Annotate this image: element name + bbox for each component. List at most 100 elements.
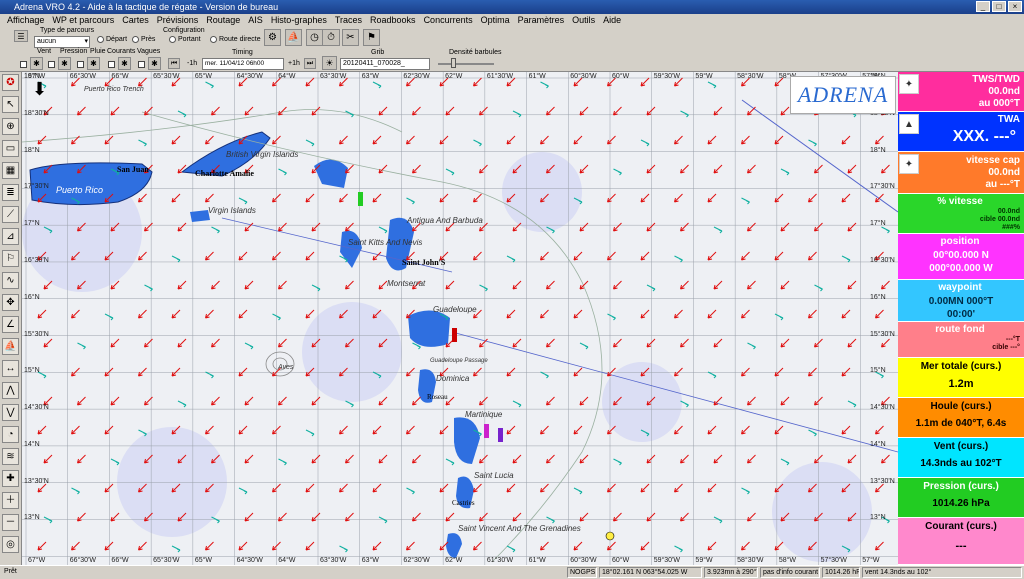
map-canvas[interactable] [22,72,898,565]
sun-icon[interactable]: ☀ [322,56,337,70]
wave-arrow [71,487,80,495]
zoom-out-icon[interactable]: － [2,514,19,531]
wind-arrow [613,222,622,232]
cursor-icon[interactable]: ↖ [2,96,19,113]
config-route-directe[interactable]: Route directe [210,36,261,43]
down-arrow-icon[interactable]: ⬇ [32,80,47,98]
wave-arrow [473,139,482,147]
wind-arrow [847,222,857,232]
waypoint-icon[interactable]: ⚐ [2,250,19,267]
chart-icon[interactable]: ⊿ [2,228,19,245]
layer-checkbox[interactable] [20,61,27,68]
compass-icon[interactable]: ✥ [2,294,19,311]
flag-icon[interactable]: ⚑ [363,29,380,46]
menu-concurrents[interactable]: Concurrents [424,14,473,27]
minus-hour-button[interactable]: -1h [187,60,197,67]
menu-ais[interactable]: AIS [248,14,263,27]
houle-block[interactable]: Houle (curs.) 1.1m de 040°T, 6.4s [898,398,1024,438]
tools-icon[interactable]: ✂ [342,29,359,46]
lifebuoy-icon[interactable]: ✪ [2,74,19,91]
vent-block[interactable]: Vent (curs.) 14.3nds au 102°T [898,438,1024,478]
menu-traces[interactable]: Traces [335,14,362,27]
config-depart[interactable]: Départ [97,36,127,43]
zoom-in-icon[interactable]: ＋ [2,492,19,509]
menu-aide[interactable]: Aide [603,14,621,27]
menu-routage[interactable]: Routage [206,14,240,27]
wind-arrow [607,541,616,551]
angle-icon[interactable]: ∠ [2,316,19,333]
layer-wave-icon[interactable]: ✱ [148,57,161,70]
wind-arrow [747,106,756,116]
grib-select[interactable]: 20120411_070028_ [340,58,430,70]
menu-optima[interactable]: Optima [481,14,510,27]
boat-icon[interactable]: ⛵ [285,29,302,46]
chart-map[interactable]: 67°W 67°W 66°30'W 66°30'W 66°W 66°W 65°30'W 65°… [22,72,898,565]
mark-icon[interactable]: ✚ [2,470,19,487]
wind-arrow [680,512,689,522]
percent-speed-block[interactable]: % vitesse 00.0nd cible 00.0nd ###% [898,194,1024,234]
twa-block[interactable]: ▲ TWA XXX. ---° [898,112,1024,152]
route-fond-block[interactable]: route fond ---°T cible ---° [898,322,1024,358]
menu-previsions[interactable]: Prévisions [157,14,199,27]
waypoint-block[interactable]: waypoint 0.00MN 000°T 00:00' [898,280,1024,322]
grid-icon[interactable]: ▦ [2,162,19,179]
position-block[interactable]: position 00°00.000 N 000°00.000 W [898,234,1024,280]
gear-icon[interactable]: ⚙ [264,29,281,46]
wind-icon[interactable]: ≋ [2,448,19,465]
config-portant[interactable]: Portant [169,36,201,43]
boat-icon[interactable]: ⛵ [2,338,19,355]
maximize-button[interactable]: □ [992,1,1006,12]
tack-icon[interactable]: ⋀ [2,382,19,399]
menu-outils[interactable]: Outils [572,14,595,27]
menu-icon[interactable]: ☰ [14,30,28,42]
vitesse-cap-block[interactable]: ✦ vitesse cap 00.0nd au ---°T [898,152,1024,194]
close-button[interactable]: × [1008,1,1022,12]
mer-totale-block[interactable]: Mer totale (curs.) 1.2m [898,358,1024,398]
wind-arrow [841,309,851,319]
density-slider-thumb[interactable] [451,58,456,68]
time-select[interactable]: mer. 11/04/12 06h00 [202,58,284,70]
layer-rain-icon[interactable]: ✱ [87,57,100,70]
menu-histo-graphes[interactable]: Histo-graphes [271,14,327,27]
wind-arrow [71,541,80,551]
layer-checkbox[interactable] [77,61,84,68]
parcours-select[interactable]: aucun ▾ [34,36,90,48]
plus-hour-button[interactable]: +1h [288,60,300,67]
layers-icon[interactable]: ≣ [2,184,19,201]
courant-block[interactable]: Courant (curs.) --- [898,518,1024,565]
gybe-icon[interactable]: ⋁ [2,404,19,421]
longitude-label-bottom: 57°W [862,557,880,564]
zoom-icon[interactable]: ⊕ [2,118,19,135]
menu-wp-parcours[interactable]: WP et parcours [52,14,114,27]
layer-checkbox[interactable] [138,61,145,68]
speed-value: 00.0nd [997,208,1020,215]
target-icon[interactable]: ◎ [2,536,19,553]
route-icon[interactable]: ⟋ [2,206,19,223]
density-slider[interactable] [438,63,494,65]
timer-icon[interactable]: ⏱ [322,29,340,46]
skip-forward-icon[interactable]: ⏭ [304,58,316,69]
pression-block[interactable]: Pression (curs.) 1014.26 hPa [898,478,1024,518]
measure-icon[interactable]: ↔ [2,360,19,377]
layer-current-icon[interactable]: ✱ [118,57,131,70]
ruler-icon[interactable]: ▭ [2,140,19,157]
wind-arrow [406,425,415,435]
layer-checkbox[interactable] [48,61,55,68]
menu-roadbooks[interactable]: Roadbooks [370,14,416,27]
minimize-button[interactable]: _ [976,1,990,12]
menu-cartes[interactable]: Cartes [122,14,149,27]
wind-arrow [573,425,583,435]
position-lon: 000°00.000 W [929,263,993,274]
menu-parametres[interactable]: Paramètres [518,14,565,27]
track-icon[interactable]: ∿ [2,272,19,289]
layer-checkbox[interactable] [108,61,115,68]
polar-icon[interactable]: ◔ [2,426,19,443]
skip-back-icon[interactable]: ⏮ [168,58,180,69]
layer-pressure-icon[interactable]: ✱ [58,57,71,70]
menu-affichage[interactable]: Affichage [7,14,44,27]
layer-wind-icon[interactable]: ✱ [30,57,43,70]
config-pres[interactable]: Près [132,36,155,43]
clock-icon[interactable]: ◷ [306,29,323,46]
tws-twd-block[interactable]: ✦ TWS/TWD 00.0nd au 000°T [898,72,1024,112]
longitude-label-top: 59°W [695,73,713,80]
